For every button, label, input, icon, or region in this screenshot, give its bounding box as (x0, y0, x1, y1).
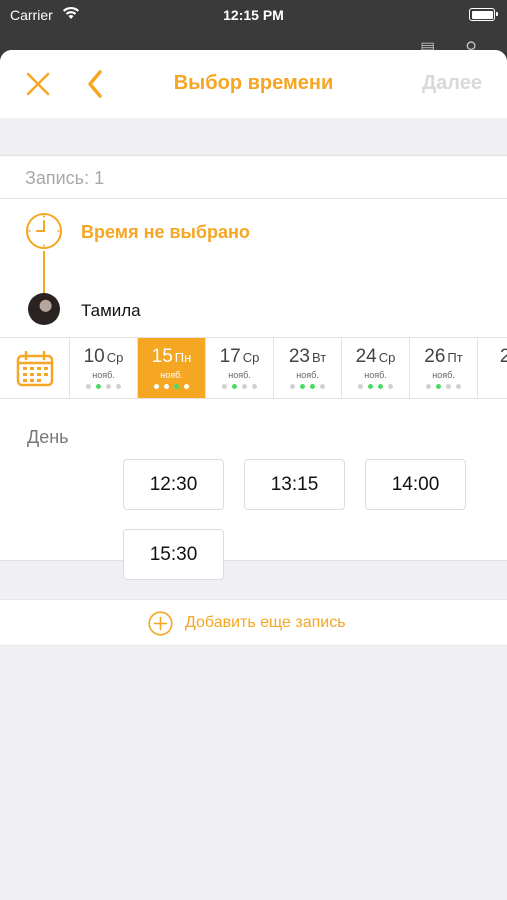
date-day: 29 (500, 346, 507, 367)
date-day-number: 23 Вт (274, 346, 341, 368)
availability-dots (342, 384, 409, 390)
date-month: нояб. (92, 370, 115, 380)
unavailable-dot (222, 384, 227, 389)
master-name[interactable]: Тамила (81, 301, 141, 321)
timeline-connector (43, 251, 45, 295)
nav-bar: Выбор времени Далее (0, 50, 507, 118)
unavailable-dot (106, 384, 111, 389)
date-weekday: Пн (174, 350, 192, 365)
date-day: 26 (424, 346, 446, 367)
date-month: нояб. (228, 370, 251, 380)
unavailable-dot (426, 384, 431, 389)
date-day: 10 (83, 346, 105, 367)
date-day-number: 10 Ср (70, 346, 137, 368)
status-bar: Carrier 12:15 PM (0, 0, 507, 30)
add-circle-icon (148, 611, 173, 636)
unavailable-dot (358, 384, 363, 389)
availability-dots (138, 384, 205, 390)
available-dot (368, 384, 373, 389)
status-time: 12:15 PM (223, 7, 284, 23)
date-day-number: 24 Ср (342, 346, 409, 368)
date-day: 24 (355, 346, 377, 367)
calendar-button[interactable] (0, 338, 70, 398)
date-weekday: Ср (378, 350, 396, 365)
date-weekday: Пт (447, 350, 463, 365)
availability-dots (478, 372, 507, 378)
time-slot-button[interactable]: 13:15 (244, 459, 345, 510)
available-dot (310, 384, 315, 389)
date-weekday: Вт (311, 350, 327, 365)
availability-dots (206, 384, 273, 390)
date-day: 17 (219, 346, 241, 367)
unavailable-dot (290, 384, 295, 389)
date-weekday: Ср (106, 350, 124, 365)
unavailable-dot (320, 384, 325, 389)
time-selection-sheet: Выбор времени Далее Запись: 1 Время не в… (0, 50, 507, 900)
date-day-number: 29 (478, 346, 507, 368)
date-day: 15 (151, 346, 173, 367)
date-month: нояб. (296, 370, 319, 380)
unavailable-dot (86, 384, 91, 389)
date-item[interactable]: 23 Вт нояб. (274, 338, 342, 398)
unavailable-dot (252, 384, 257, 389)
available-dot (174, 384, 179, 389)
available-dot (436, 384, 441, 389)
unavailable-dot (154, 384, 159, 389)
unavailable-dot (388, 384, 393, 389)
time-slots: День 12:30 13:15 14:00 15:30 (0, 399, 507, 580)
date-day: 23 (288, 346, 310, 367)
calendar-icon (16, 351, 54, 387)
availability-dots (274, 384, 341, 390)
battery-icon (469, 8, 498, 21)
available-dot (378, 384, 383, 389)
date-item[interactable]: 17 Ср нояб. (206, 338, 274, 398)
master-avatar (28, 293, 60, 325)
unavailable-dot (456, 384, 461, 389)
add-record-label: Добавить еще запись (185, 614, 346, 631)
clock-icon (26, 213, 62, 249)
record-number-label: Запись: 1 (0, 155, 507, 199)
time-slot-button[interactable]: 15:30 (123, 529, 224, 580)
date-day-number: 15 Пн (138, 346, 205, 368)
date-weekday: Ср (242, 350, 260, 365)
unavailable-dot (446, 384, 451, 389)
date-item[interactable]: 24 Ср нояб. (342, 338, 410, 398)
date-day-number: 17 Ср (206, 346, 273, 368)
date-item[interactable]: 15 Пн нояб. (138, 338, 206, 398)
available-dot (300, 384, 305, 389)
date-item[interactable]: 29 (478, 338, 507, 398)
available-dot (96, 384, 101, 389)
time-slot-button[interactable]: 14:00 (365, 459, 466, 510)
date-month: нояб. (160, 370, 183, 380)
availability-dots (70, 384, 137, 390)
unavailable-dot (184, 384, 189, 389)
date-strip: 10 Ср нояб. 15 Пн нояб. 17 Ср нояб. 23 Вт нояб. 24 Ср… (0, 337, 507, 399)
period-label: День (27, 427, 69, 447)
unavailable-dot (116, 384, 121, 389)
date-month: нояб. (432, 370, 455, 380)
selected-time-status: Время не выбрано (81, 222, 250, 242)
next-button[interactable]: Далее (422, 72, 482, 95)
booking-summary: Время не выбрано Тамила (0, 199, 507, 337)
time-slot-button[interactable]: 12:30 (123, 459, 224, 510)
unavailable-dot (242, 384, 247, 389)
date-month: нояб. (364, 370, 387, 380)
add-record-button[interactable]: Добавить еще запись (0, 599, 507, 646)
unavailable-dot (164, 384, 169, 389)
date-item[interactable]: 26 Пт нояб. (410, 338, 478, 398)
available-dot (232, 384, 237, 389)
availability-dots (410, 384, 477, 390)
date-item[interactable]: 10 Ср нояб. (70, 338, 138, 398)
date-day-number: 26 Пт (410, 346, 477, 368)
